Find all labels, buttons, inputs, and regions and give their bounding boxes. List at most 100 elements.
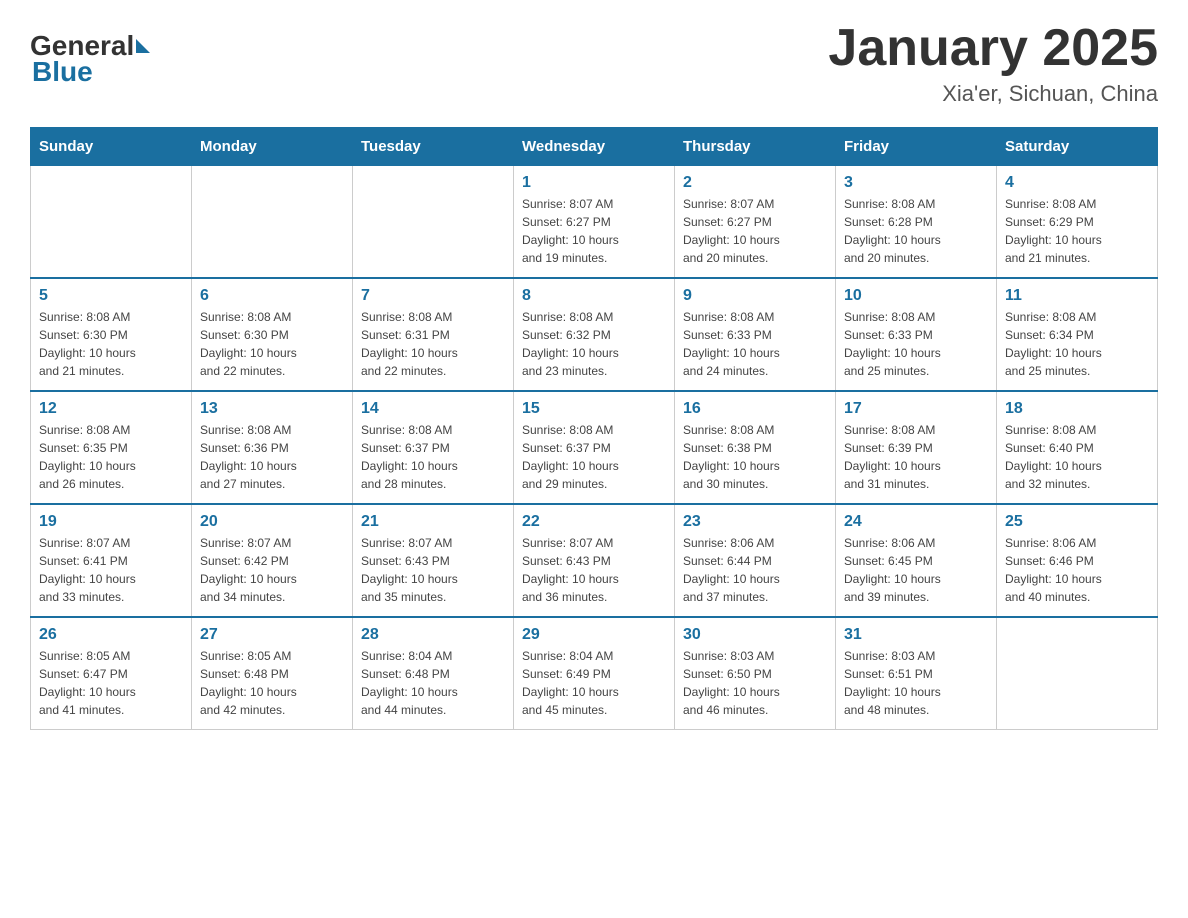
day-number: 2 (683, 174, 827, 192)
day-number: 20 (200, 513, 344, 531)
day-of-week-header: Friday (836, 128, 997, 166)
calendar-day-cell: 31 Sunrise: 8:03 AM Sunset: 6:51 PM Dayli… (836, 617, 997, 730)
day-of-week-header: Thursday (675, 128, 836, 166)
day-info: Sunrise: 8:08 AM Sunset: 6:40 PM Dayligh… (1005, 421, 1149, 493)
day-number: 4 (1005, 174, 1149, 192)
calendar-day-cell: 13Sunrise: 8:08 AM Sunset: 6:36 PM Dayli… (192, 391, 353, 504)
calendar-day-cell: 18 Sunrise: 8:08 AM Sunset: 6:40 PM Dayli… (997, 391, 1158, 504)
day-info: Sunrise: 8:04 AM Sunset: 6:48 PM Dayligh… (361, 647, 505, 719)
day-info: Sunrise: 8:07 AM Sunset: 6:42 PM Dayligh… (200, 534, 344, 606)
day-number: 19 (39, 513, 183, 531)
day-info: Sunrise: 8:07 AM Sunset: 6:27 PM Dayligh… (683, 195, 827, 267)
day-number: 18 (1005, 400, 1149, 418)
calendar-day-cell: 7Sunrise: 8:08 AM Sunset: 6:31 PM Daylig… (353, 278, 514, 391)
day-number: 11 (1005, 287, 1149, 305)
page-header: General Blue January 2025 Xia'er, Sichua… (30, 20, 1158, 107)
calendar-day-cell: 22 Sunrise: 8:07 AM Sunset: 6:43 PM Dayli… (514, 504, 675, 617)
day-number: 29 (522, 626, 666, 644)
calendar-day-cell: 12 Sunrise: 8:08 AM Sunset: 6:35 PM Dayli… (31, 391, 192, 504)
day-number: 1 (522, 174, 666, 192)
day-info: Sunrise: 8:08 AM Sunset: 6:35 PM Dayligh… (39, 421, 183, 493)
calendar-day-cell: 19 Sunrise: 8:07 AM Sunset: 6:41 PM Dayli… (31, 504, 192, 617)
day-info: Sunrise: 8:08 AM Sunset: 6:34 PM Dayligh… (1005, 308, 1149, 380)
day-info: Sunrise: 8:08 AM Sunset: 6:29 PM Dayligh… (1005, 195, 1149, 267)
day-info: Sunrise: 8:08 AM Sunset: 6:28 PM Dayligh… (844, 195, 988, 267)
calendar-week-row: 19 Sunrise: 8:07 AM Sunset: 6:41 PM Dayli… (31, 504, 1158, 617)
calendar-day-cell: 28 Sunrise: 8:04 AM Sunset: 6:48 PM Dayli… (353, 617, 514, 730)
day-number: 21 (361, 513, 505, 531)
day-number: 5 (39, 287, 183, 305)
day-number: 15 (522, 400, 666, 418)
day-info: Sunrise: 8:08 AM Sunset: 6:33 PM Dayligh… (683, 308, 827, 380)
day-info: Sunrise: 8:08 AM Sunset: 6:30 PM Dayligh… (39, 308, 183, 380)
calendar-header-row: SundayMondayTuesdayWednesdayThursdayFrid… (31, 128, 1158, 166)
day-number: 7 (361, 287, 505, 305)
logo-arrow-icon (136, 39, 150, 53)
calendar-day-cell: 6Sunrise: 8:08 AM Sunset: 6:30 PM Daylig… (192, 278, 353, 391)
day-info: Sunrise: 8:07 AM Sunset: 6:27 PM Dayligh… (522, 195, 666, 267)
day-of-week-header: Sunday (31, 128, 192, 166)
day-info: Sunrise: 8:04 AM Sunset: 6:49 PM Dayligh… (522, 647, 666, 719)
calendar-day-cell (353, 166, 514, 279)
day-number: 3 (844, 174, 988, 192)
day-number: 27 (200, 626, 344, 644)
day-number: 6 (200, 287, 344, 305)
day-info: Sunrise: 8:06 AM Sunset: 6:45 PM Dayligh… (844, 534, 988, 606)
calendar-day-cell: 8 Sunrise: 8:08 AM Sunset: 6:32 PM Daylig… (514, 278, 675, 391)
calendar-day-cell: 30Sunrise: 8:03 AM Sunset: 6:50 PM Dayli… (675, 617, 836, 730)
calendar-day-cell: 23Sunrise: 8:06 AM Sunset: 6:44 PM Dayli… (675, 504, 836, 617)
day-number: 24 (844, 513, 988, 531)
day-info: Sunrise: 8:08 AM Sunset: 6:32 PM Dayligh… (522, 308, 666, 380)
calendar-day-cell: 26 Sunrise: 8:05 AM Sunset: 6:47 PM Dayli… (31, 617, 192, 730)
day-info: Sunrise: 8:05 AM Sunset: 6:48 PM Dayligh… (200, 647, 344, 719)
calendar-week-row: 12 Sunrise: 8:08 AM Sunset: 6:35 PM Dayli… (31, 391, 1158, 504)
day-info: Sunrise: 8:07 AM Sunset: 6:43 PM Dayligh… (361, 534, 505, 606)
day-number: 8 (522, 287, 666, 305)
day-info: Sunrise: 8:08 AM Sunset: 6:39 PM Dayligh… (844, 421, 988, 493)
calendar-week-row: 1 Sunrise: 8:07 AM Sunset: 6:27 PM Daylig… (31, 166, 1158, 279)
logo: General Blue (30, 20, 150, 88)
day-info: Sunrise: 8:03 AM Sunset: 6:51 PM Dayligh… (844, 647, 988, 719)
calendar-day-cell: 27 Sunrise: 8:05 AM Sunset: 6:48 PM Dayli… (192, 617, 353, 730)
day-number: 25 (1005, 513, 1149, 531)
day-number: 26 (39, 626, 183, 644)
day-info: Sunrise: 8:08 AM Sunset: 6:38 PM Dayligh… (683, 421, 827, 493)
day-number: 17 (844, 400, 988, 418)
calendar-day-cell: 24 Sunrise: 8:06 AM Sunset: 6:45 PM Dayli… (836, 504, 997, 617)
calendar-day-cell: 10Sunrise: 8:08 AM Sunset: 6:33 PM Dayli… (836, 278, 997, 391)
calendar-day-cell: 1 Sunrise: 8:07 AM Sunset: 6:27 PM Daylig… (514, 166, 675, 279)
day-info: Sunrise: 8:05 AM Sunset: 6:47 PM Dayligh… (39, 647, 183, 719)
calendar-week-row: 26 Sunrise: 8:05 AM Sunset: 6:47 PM Dayli… (31, 617, 1158, 730)
calendar-week-row: 5 Sunrise: 8:08 AM Sunset: 6:30 PM Daylig… (31, 278, 1158, 391)
day-of-week-header: Tuesday (353, 128, 514, 166)
day-number: 12 (39, 400, 183, 418)
day-info: Sunrise: 8:06 AM Sunset: 6:46 PM Dayligh… (1005, 534, 1149, 606)
day-info: Sunrise: 8:03 AM Sunset: 6:50 PM Dayligh… (683, 647, 827, 719)
day-info: Sunrise: 8:08 AM Sunset: 6:37 PM Dayligh… (522, 421, 666, 493)
day-number: 28 (361, 626, 505, 644)
day-of-week-header: Monday (192, 128, 353, 166)
calendar-day-cell: 2 Sunrise: 8:07 AM Sunset: 6:27 PM Daylig… (675, 166, 836, 279)
day-info: Sunrise: 8:08 AM Sunset: 6:36 PM Dayligh… (200, 421, 344, 493)
day-number: 22 (522, 513, 666, 531)
calendar-day-cell: 15 Sunrise: 8:08 AM Sunset: 6:37 PM Dayli… (514, 391, 675, 504)
calendar-day-cell: 11 Sunrise: 8:08 AM Sunset: 6:34 PM Dayli… (997, 278, 1158, 391)
calendar-day-cell: 14Sunrise: 8:08 AM Sunset: 6:37 PM Dayli… (353, 391, 514, 504)
calendar-day-cell: 9Sunrise: 8:08 AM Sunset: 6:33 PM Daylig… (675, 278, 836, 391)
day-number: 14 (361, 400, 505, 418)
logo-blue-text: Blue (32, 56, 93, 88)
calendar-day-cell (192, 166, 353, 279)
title-block: January 2025 Xia'er, Sichuan, China (828, 20, 1158, 107)
calendar-day-cell (31, 166, 192, 279)
main-title: January 2025 (828, 20, 1158, 77)
day-number: 16 (683, 400, 827, 418)
day-number: 10 (844, 287, 988, 305)
calendar-day-cell: 29 Sunrise: 8:04 AM Sunset: 6:49 PM Dayli… (514, 617, 675, 730)
day-info: Sunrise: 8:07 AM Sunset: 6:43 PM Dayligh… (522, 534, 666, 606)
calendar-day-cell: 16 Sunrise: 8:08 AM Sunset: 6:38 PM Dayli… (675, 391, 836, 504)
day-number: 31 (844, 626, 988, 644)
calendar-day-cell: 4 Sunrise: 8:08 AM Sunset: 6:29 PM Daylig… (997, 166, 1158, 279)
calendar-day-cell: 5 Sunrise: 8:08 AM Sunset: 6:30 PM Daylig… (31, 278, 192, 391)
day-of-week-header: Wednesday (514, 128, 675, 166)
day-info: Sunrise: 8:07 AM Sunset: 6:41 PM Dayligh… (39, 534, 183, 606)
